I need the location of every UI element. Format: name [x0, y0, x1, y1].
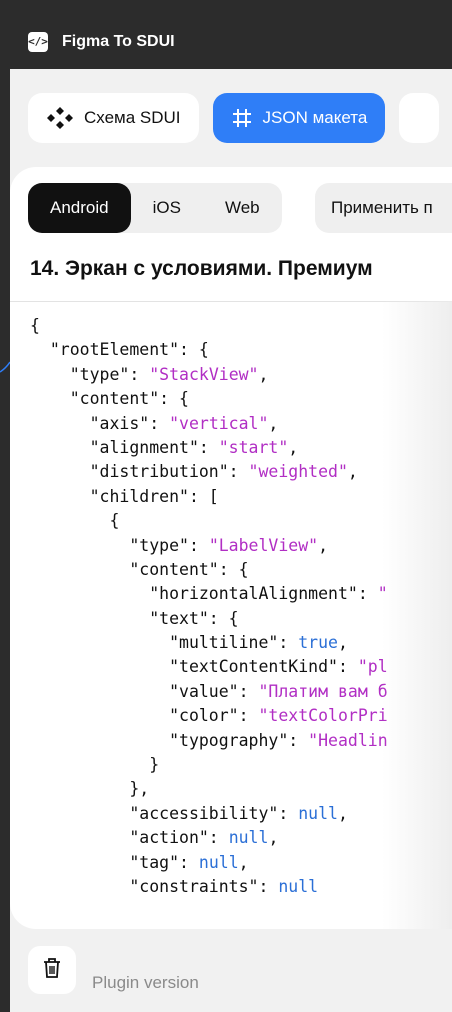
- code-token: ,: [347, 462, 358, 482]
- code-token: "color":: [30, 706, 259, 726]
- code-token: "content": {: [30, 559, 249, 579]
- json-card: Android iOS Web Применить п 14. Эркан с …: [10, 167, 452, 929]
- code-icon: </>: [28, 31, 48, 52]
- code-line: "multiline": true,: [30, 631, 388, 655]
- platform-ios[interactable]: iOS: [131, 183, 203, 233]
- code-token: ,: [258, 364, 269, 384]
- code-line: "value": "Платим вам б: [30, 680, 388, 704]
- plugin-panel: Схема SDUI JSON макета Android iOS Web П…: [10, 69, 452, 1012]
- code-line: "tag": null,: [30, 851, 388, 875]
- code-token: ,: [337, 633, 348, 653]
- code-token: true: [298, 633, 338, 653]
- code-line: "action": null,: [30, 826, 388, 850]
- code-line: "alignment": "start",: [30, 436, 388, 460]
- code-token: null: [278, 876, 319, 896]
- scroll-fade: [382, 301, 452, 929]
- code-token: ,: [268, 413, 279, 433]
- code-line: {: [30, 314, 388, 338]
- platform-android[interactable]: Android: [28, 183, 131, 233]
- code-token: },: [30, 779, 150, 799]
- code-line: "accessibility": null,: [30, 802, 388, 826]
- code-token: "typography":: [30, 730, 309, 750]
- window-title: Figma To SDUI: [62, 32, 175, 50]
- json-code-view[interactable]: { "rootElement": { "type": "StackView", …: [30, 314, 388, 899]
- code-line: },: [30, 777, 388, 801]
- screen-title: 14. Эркан с условиями. Премиум: [30, 257, 373, 280]
- footer: Plugin version: [10, 929, 452, 1012]
- code-token: "constraints":: [30, 876, 279, 896]
- apply-button[interactable]: Применить п: [315, 183, 452, 233]
- code-token: null: [228, 828, 269, 848]
- code-token: "alignment":: [30, 437, 219, 457]
- code-token: null: [298, 803, 338, 823]
- code-line: "type": "LabelView",: [30, 534, 388, 558]
- code-line: "axis": "vertical",: [30, 412, 388, 436]
- code-token: ,: [268, 828, 279, 848]
- code-token: "textContentKind":: [30, 657, 358, 677]
- code-line: "text": {: [30, 607, 388, 631]
- code-token: "vertical": [169, 413, 269, 433]
- hash-icon: [231, 107, 253, 129]
- code-token: "pl: [357, 657, 388, 677]
- clear-button[interactable]: [28, 946, 76, 994]
- components-icon: [46, 106, 74, 130]
- code-line: "content": {: [30, 558, 388, 582]
- code-token: "Headlin: [308, 730, 388, 750]
- code-token: }: [30, 755, 160, 775]
- divider: [10, 301, 452, 302]
- code-line: "color": "textColorPri: [30, 704, 388, 728]
- code-line: "constraints": null: [30, 875, 388, 899]
- view-tabs: Схема SDUI JSON макета: [28, 93, 440, 143]
- code-token: "text": {: [30, 608, 239, 628]
- trash-icon: [42, 957, 62, 984]
- tab-json-layout-label: JSON макета: [262, 108, 368, 127]
- code-token: {: [30, 511, 120, 531]
- code-token: ,: [238, 852, 249, 872]
- platform-switcher: Android iOS Web: [28, 183, 282, 233]
- code-token: "type":: [30, 364, 150, 384]
- code-token: "content": {: [30, 389, 189, 409]
- code-line: "textContentKind": "pl: [30, 655, 388, 679]
- code-line: "content": {: [30, 387, 388, 411]
- code-token: "Платим вам б: [258, 681, 388, 701]
- code-token: "action":: [30, 828, 229, 848]
- code-token: "value":: [30, 681, 259, 701]
- code-token: "axis":: [30, 413, 170, 433]
- plugin-version: Plugin version: [92, 973, 199, 992]
- code-token: "rootElement": {: [30, 340, 209, 360]
- window-titlebar: </> Figma To SDUI: [10, 14, 452, 69]
- tab-sdui-scheme[interactable]: Схема SDUI: [28, 93, 199, 143]
- platform-web[interactable]: Web: [203, 183, 282, 233]
- code-line: }: [30, 753, 388, 777]
- code-token: "type":: [30, 535, 209, 555]
- tab-more[interactable]: [399, 93, 440, 143]
- code-line: "distribution": "weighted",: [30, 460, 388, 484]
- code-token: ": [377, 584, 388, 604]
- tab-sdui-scheme-label: Схема SDUI: [84, 108, 181, 127]
- tab-json-layout[interactable]: JSON макета: [212, 93, 386, 143]
- code-token: "textColorPri: [258, 706, 388, 726]
- code-token: ,: [337, 803, 348, 823]
- code-token: "horizontalAlignment":: [30, 584, 378, 604]
- code-token: "distribution":: [30, 462, 249, 482]
- code-token: "children": [: [30, 486, 219, 506]
- code-token: "accessibility":: [30, 803, 299, 823]
- code-token: null: [198, 852, 239, 872]
- code-token: "LabelView": [208, 535, 319, 555]
- code-line: "rootElement": {: [30, 338, 388, 362]
- code-line: "children": [: [30, 485, 388, 509]
- code-token: ,: [318, 535, 329, 555]
- code-token: "multiline":: [30, 633, 299, 653]
- code-token: "tag":: [30, 852, 199, 872]
- code-line: "type": "StackView",: [30, 363, 388, 387]
- code-line: "horizontalAlignment": ": [30, 582, 388, 606]
- canvas-connector-line: [0, 361, 10, 373]
- code-token: "weighted": [248, 462, 348, 482]
- code-line: "typography": "Headlin: [30, 729, 388, 753]
- code-token: ,: [288, 437, 299, 457]
- code-token: "start": [218, 437, 289, 457]
- code-token: "StackView": [149, 364, 259, 384]
- code-token: {: [30, 316, 40, 335]
- code-line: {: [30, 509, 388, 533]
